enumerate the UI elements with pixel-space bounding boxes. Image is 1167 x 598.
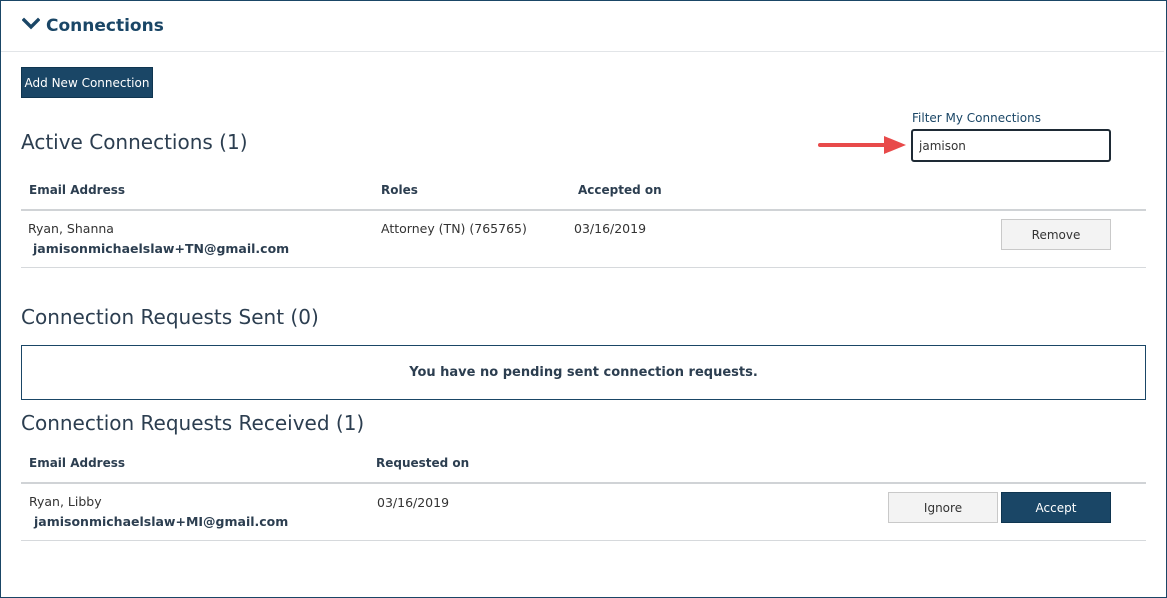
received-row-email: jamisonmichaelslaw+MI@gmail.com — [34, 514, 289, 529]
active-row-name: Ryan, Shanna — [28, 221, 114, 236]
active-connections-title: Active Connections (1) — [21, 130, 248, 154]
col-email-address-received: Email Address — [29, 456, 126, 470]
received-row-divider — [21, 540, 1146, 541]
filter-label: Filter My Connections — [912, 111, 1041, 125]
ignore-button[interactable]: Ignore — [888, 492, 998, 523]
table-header-divider — [21, 209, 1146, 211]
requests-received-title: Connection Requests Received (1) — [21, 411, 365, 435]
requests-sent-title: Connection Requests Sent (0) — [21, 305, 319, 329]
red-arrow-annotation — [818, 136, 906, 154]
col-accepted-on: Accepted on — [578, 183, 662, 197]
panel-title[interactable]: Connections — [46, 16, 164, 36]
received-row-name: Ryan, Libby — [29, 494, 102, 509]
filter-connections-input[interactable] — [911, 129, 1111, 162]
col-roles: Roles — [381, 183, 418, 197]
no-pending-requests-message: You have no pending sent connection requ… — [21, 345, 1146, 400]
col-email-address: Email Address — [29, 183, 126, 197]
received-row-date: 03/16/2019 — [377, 495, 450, 510]
col-requested-on: Requested on — [376, 456, 470, 470]
row-divider — [21, 267, 1146, 268]
active-row-date: 03/16/2019 — [574, 221, 647, 236]
active-row-email: jamisonmichaelslaw+TN@gmail.com — [33, 241, 290, 256]
chevron-down-icon[interactable] — [22, 17, 40, 31]
active-row-role: Attorney (TN) (765765) — [381, 221, 527, 236]
remove-button[interactable]: Remove — [1001, 219, 1111, 250]
received-header-divider — [21, 482, 1146, 484]
accept-button[interactable]: Accept — [1001, 492, 1111, 523]
panel-header[interactable] — [1, 0, 1164, 52]
add-new-connection-button[interactable]: Add New Connection — [21, 67, 153, 98]
